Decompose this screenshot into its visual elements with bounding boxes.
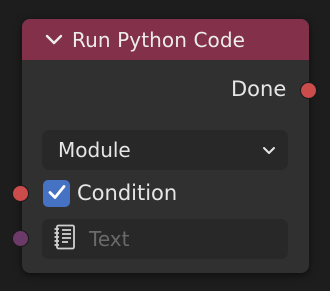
- node-editor-canvas[interactable]: Run Python Code Done Condition Module Te…: [0, 0, 330, 291]
- condition-input-socket[interactable]: [12, 185, 29, 202]
- condition-checkbox[interactable]: [43, 180, 70, 207]
- text-input-placeholder: Text: [89, 227, 130, 251]
- text-input-socket[interactable]: [12, 230, 29, 247]
- done-output-socket[interactable]: [300, 82, 317, 99]
- node-header[interactable]: Run Python Code: [22, 19, 309, 60]
- chevron-down-icon: [262, 141, 276, 160]
- chevron-down-icon[interactable]: [42, 28, 66, 52]
- checkmark-icon: [48, 184, 66, 204]
- text-input-field[interactable]: Text: [42, 219, 288, 259]
- condition-label: Condition: [77, 181, 178, 205]
- text-block-icon: [53, 224, 77, 254]
- dropdown-selected-value: Module: [58, 138, 131, 162]
- node-title: Run Python Code: [72, 27, 246, 52]
- output-done-label: Done: [231, 77, 287, 101]
- mode-dropdown[interactable]: Module: [42, 130, 288, 170]
